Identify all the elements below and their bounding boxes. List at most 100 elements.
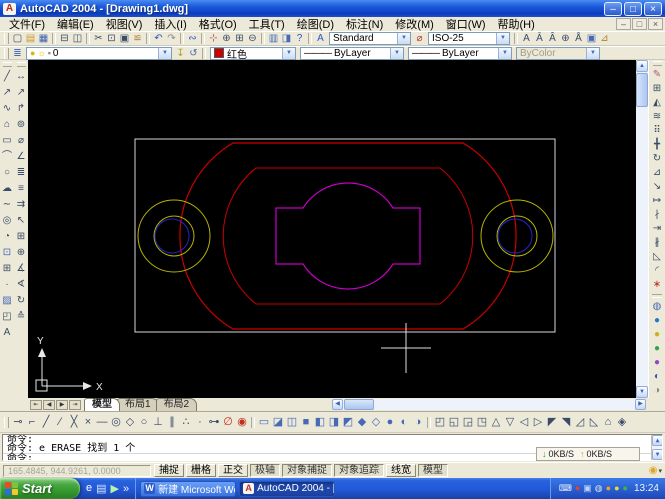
break-icon[interactable]: ∦	[651, 236, 664, 250]
toolbar-grip[interactable]	[4, 47, 9, 59]
properties-icon[interactable]: ▥	[267, 32, 280, 45]
otrack-toggle[interactable]: 对象追踪	[334, 464, 384, 477]
camera-icon[interactable]: ◺	[587, 414, 601, 430]
tab-layout1[interactable]: 布局1	[117, 398, 159, 411]
save-icon[interactable]: ▦	[37, 32, 50, 45]
fillet-icon[interactable]: ◜	[651, 264, 664, 278]
task-autocad[interactable]: AAutoCAD 2004 - [Dra...	[239, 480, 336, 497]
open-icon[interactable]: ▤	[24, 32, 37, 45]
ne-isometric-icon[interactable]: ◥	[559, 414, 573, 430]
internet-explorer-icon[interactable]: e	[86, 482, 92, 495]
mdi-restore-icon[interactable]: □	[632, 18, 647, 30]
snap-nearest-icon[interactable]: ⊶	[207, 414, 221, 430]
sw-isometric-icon[interactable]: ▷	[531, 414, 545, 430]
diameter-dimension-icon[interactable]: ⌀	[15, 133, 28, 149]
dropdown-arrow-icon[interactable]: ▼	[390, 47, 403, 59]
linetype-combo[interactable]: ——— ByLayer ▼	[300, 46, 404, 60]
scroll-left-icon[interactable]: ◀	[332, 399, 343, 410]
line-icon[interactable]: ╱	[1, 69, 14, 85]
drawing-canvas[interactable]: Y X	[28, 60, 636, 398]
back-view-icon[interactable]: ◁	[517, 414, 531, 430]
dropdown-arrow-icon[interactable]: ▼	[282, 47, 295, 59]
find-replace-icon[interactable]: Â	[546, 32, 559, 45]
toolbar-grip[interactable]	[2, 62, 12, 67]
tray-icon-red-icon[interactable]: ●	[575, 478, 580, 499]
dimension-update-icon[interactable]: ↻	[15, 293, 28, 309]
arc-icon[interactable]: ⌒	[1, 149, 14, 165]
continue-dimension-icon[interactable]: ⇉	[15, 197, 28, 213]
baseline-dimension-icon[interactable]: ≡	[15, 181, 28, 197]
mirror-icon[interactable]: ◭	[651, 96, 664, 110]
ortho-toggle[interactable]: 正交	[218, 464, 248, 477]
snap-apparent-intersection-icon[interactable]: ×	[81, 414, 95, 430]
task-word[interactable]: W新建 Microsoft Word ...	[140, 480, 237, 497]
help-icon[interactable]: ?	[293, 32, 306, 45]
snap-quadrant-icon[interactable]: ◇	[123, 414, 137, 430]
toolbar-grip[interactable]	[4, 416, 9, 428]
se-isometric-icon[interactable]: ◤	[545, 414, 559, 430]
snap-midpoint-icon[interactable]: ∕	[53, 414, 67, 430]
array-icon[interactable]: ⠿	[651, 124, 664, 138]
dim-style-combo[interactable]: ISO-25 ▼	[428, 32, 510, 45]
mdi-close-icon[interactable]: ×	[648, 18, 663, 30]
stretch-icon[interactable]: ↘	[651, 180, 664, 194]
insert-hyperlink-icon[interactable]: ∾	[186, 32, 199, 45]
minimize-icon[interactable]: –	[604, 1, 622, 16]
cut-icon[interactable]: ✂	[92, 32, 105, 45]
snap-extension-icon[interactable]: —	[95, 414, 109, 430]
snap-none-icon[interactable]: ∅	[221, 414, 235, 430]
copy-object-icon[interactable]: ⊞	[651, 82, 664, 96]
hidden-shade-icon[interactable]: ◫	[285, 414, 299, 430]
rotate-icon[interactable]: ↻	[651, 152, 664, 166]
bottom-view-icon[interactable]: ◲	[461, 414, 475, 430]
revision-cloud-icon[interactable]: ☁	[1, 181, 14, 197]
menu-modify[interactable]: 修改(M)	[389, 16, 440, 32]
polar-toggle[interactable]: 极轴	[250, 464, 280, 477]
angular-dimension-icon[interactable]: ∠	[15, 149, 28, 165]
horizontal-scrollbar[interactable]: ◀ ▶	[332, 399, 646, 410]
left-view-icon[interactable]: ◳	[475, 414, 489, 430]
coordinate-readout[interactable]: 165.4845, 944.9261, 0.0000	[3, 464, 151, 477]
center-mark-icon[interactable]: ⊕	[15, 245, 28, 261]
multiline-text-icon[interactable]: A	[520, 32, 533, 45]
lineweight-toggle[interactable]: 线宽	[386, 464, 416, 477]
tray-icon-gray-icon[interactable]: ◍	[595, 478, 603, 499]
tab-prev-icon[interactable]: ◀	[43, 400, 55, 410]
start-button[interactable]: Start	[0, 478, 80, 499]
orbit-pan-icon[interactable]: ◆	[355, 414, 369, 430]
chamfer-icon[interactable]: ◺	[651, 250, 664, 264]
show-desktop-icon[interactable]: ▤	[96, 482, 106, 495]
snap-perpendicular-icon[interactable]: ⊥	[151, 414, 165, 430]
dropdown-arrow-icon[interactable]: ▼	[158, 47, 171, 59]
tab-next-icon[interactable]: ▶	[56, 400, 68, 410]
named-views-icon[interactable]: ◰	[433, 414, 447, 430]
toolbar-grip[interactable]	[652, 61, 662, 66]
text-zoom-icon[interactable]: ⊕	[559, 32, 572, 45]
flat-shaded-icon[interactable]: ■	[299, 414, 313, 430]
paste-icon[interactable]: ▣	[118, 32, 131, 45]
menu-window[interactable]: 窗口(W)	[440, 16, 492, 32]
snap-parallel-icon[interactable]: ∥	[165, 414, 179, 430]
temporary-track-point-icon[interactable]: ⊸	[11, 414, 25, 430]
vertical-scroll-thumb[interactable]	[636, 73, 648, 107]
tray-icon-orange-icon[interactable]: ●	[606, 478, 611, 499]
command-scrollbar[interactable]: ▲ ▼	[651, 435, 662, 460]
orbit-zoom-icon[interactable]: ◇	[369, 414, 383, 430]
snap-from-icon[interactable]: ⌐	[25, 414, 39, 430]
dropdown-arrow-icon[interactable]: ▼	[397, 33, 410, 44]
quick-dimension-icon[interactable]: ≣	[15, 165, 28, 181]
zoom-previous-icon[interactable]: ⊖	[246, 32, 259, 45]
3d-wireframe-icon[interactable]: ◪	[271, 414, 285, 430]
move-icon[interactable]: ╋	[651, 138, 664, 152]
circle-icon[interactable]: ○	[1, 165, 14, 181]
radius-dimension-icon[interactable]: ⊚	[15, 117, 28, 133]
zoom-realtime-icon[interactable]: ⊕	[220, 32, 233, 45]
tab-model[interactable]: 模型	[84, 398, 120, 411]
explode-icon[interactable]: ∗	[651, 278, 664, 292]
ellipse-arc-icon[interactable]: ◔	[1, 229, 14, 245]
snap-node-icon[interactable]: ·	[193, 414, 207, 430]
snap-endpoint-icon[interactable]: ╱	[39, 414, 53, 430]
dimension-text-edit-icon[interactable]: ∢	[15, 277, 28, 293]
restore-icon[interactable]: □	[624, 1, 642, 16]
zoom-window-icon[interactable]: ⊞	[233, 32, 246, 45]
